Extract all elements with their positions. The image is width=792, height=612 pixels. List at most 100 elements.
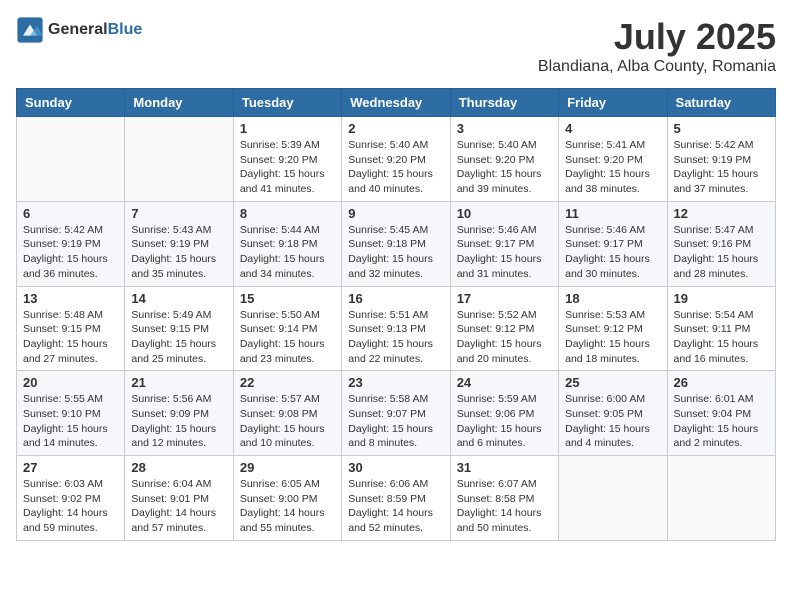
day-info: Sunrise: 5:43 AMSunset: 9:19 PMDaylight:…: [131, 223, 226, 282]
logo-text: GeneralBlue: [48, 21, 142, 39]
day-info: Sunrise: 5:54 AMSunset: 9:11 PMDaylight:…: [674, 308, 769, 367]
day-cell: 31Sunrise: 6:07 AMSunset: 8:58 PMDayligh…: [450, 456, 558, 541]
day-number: 4: [565, 121, 660, 136]
day-number: 29: [240, 460, 335, 475]
day-number: 15: [240, 291, 335, 306]
day-info: Sunrise: 5:47 AMSunset: 9:16 PMDaylight:…: [674, 223, 769, 282]
day-info: Sunrise: 5:46 AMSunset: 9:17 PMDaylight:…: [457, 223, 552, 282]
day-cell: 2 Sunrise: 5:40 AMSunset: 9:20 PMDaylight…: [342, 117, 450, 202]
day-number: 10: [457, 206, 552, 221]
day-number: 14: [131, 291, 226, 306]
day-number: 8: [240, 206, 335, 221]
day-cell: 23 Sunrise: 5:58 AMSunset: 9:07 PMDayligh…: [342, 371, 450, 456]
day-number: 1: [240, 121, 335, 136]
week-row-4: 20 Sunrise: 5:55 AMSunset: 9:10 PMDayligh…: [17, 371, 776, 456]
day-info: Sunrise: 5:51 AMSunset: 9:13 PMDaylight:…: [348, 308, 443, 367]
day-number: 24: [457, 375, 552, 390]
title-area: July 2025 Blandiana, Alba County, Romani…: [538, 16, 776, 76]
header: GeneralBlue July 2025 Blandiana, Alba Co…: [16, 16, 776, 76]
day-cell: 12 Sunrise: 5:47 AMSunset: 9:16 PMDayligh…: [667, 201, 775, 286]
day-cell: [17, 117, 125, 202]
day-info: Sunrise: 6:07 AMSunset: 8:58 PMDaylight:…: [457, 477, 552, 536]
day-cell: 13 Sunrise: 5:48 AMSunset: 9:15 PMDayligh…: [17, 286, 125, 371]
month-title: July 2025: [538, 16, 776, 58]
col-header-wednesday: Wednesday: [342, 89, 450, 117]
day-info: Sunrise: 5:44 AMSunset: 9:18 PMDaylight:…: [240, 223, 335, 282]
day-info: Sunrise: 5:39 AMSunset: 9:20 PMDaylight:…: [240, 138, 335, 197]
day-cell: 8 Sunrise: 5:44 AMSunset: 9:18 PMDaylight…: [233, 201, 341, 286]
day-cell: 28Sunrise: 6:04 AMSunset: 9:01 PMDayligh…: [125, 456, 233, 541]
day-number: 12: [674, 206, 769, 221]
day-number: 6: [23, 206, 118, 221]
day-number: 30: [348, 460, 443, 475]
day-info: Sunrise: 5:59 AMSunset: 9:06 PMDaylight:…: [457, 392, 552, 451]
day-info: Sunrise: 5:41 AMSunset: 9:20 PMDaylight:…: [565, 138, 660, 197]
col-header-monday: Monday: [125, 89, 233, 117]
week-row-2: 6 Sunrise: 5:42 AMSunset: 9:19 PMDaylight…: [17, 201, 776, 286]
day-number: 19: [674, 291, 769, 306]
day-info: Sunrise: 6:06 AMSunset: 8:59 PMDaylight:…: [348, 477, 443, 536]
col-header-friday: Friday: [559, 89, 667, 117]
day-number: 23: [348, 375, 443, 390]
week-row-5: 27Sunrise: 6:03 AMSunset: 9:02 PMDayligh…: [17, 456, 776, 541]
day-info: Sunrise: 5:57 AMSunset: 9:08 PMDaylight:…: [240, 392, 335, 451]
day-info: Sunrise: 5:42 AMSunset: 9:19 PMDaylight:…: [674, 138, 769, 197]
day-cell: 24 Sunrise: 5:59 AMSunset: 9:06 PMDayligh…: [450, 371, 558, 456]
calendar: SundayMondayTuesdayWednesdayThursdayFrid…: [16, 88, 776, 541]
day-cell: 1 Sunrise: 5:39 AMSunset: 9:20 PMDaylight…: [233, 117, 341, 202]
week-row-3: 13 Sunrise: 5:48 AMSunset: 9:15 PMDayligh…: [17, 286, 776, 371]
day-cell: 27Sunrise: 6:03 AMSunset: 9:02 PMDayligh…: [17, 456, 125, 541]
day-number: 3: [457, 121, 552, 136]
day-number: 2: [348, 121, 443, 136]
day-cell: 30 Sunrise: 6:06 AMSunset: 8:59 PMDayligh…: [342, 456, 450, 541]
day-info: Sunrise: 5:53 AMSunset: 9:12 PMDaylight:…: [565, 308, 660, 367]
logo: GeneralBlue: [16, 16, 142, 44]
day-info: Sunrise: 5:58 AMSunset: 9:07 PMDaylight:…: [348, 392, 443, 451]
day-cell: 29 Sunrise: 6:05 AMSunset: 9:00 PMDayligh…: [233, 456, 341, 541]
day-info: Sunrise: 5:42 AMSunset: 9:19 PMDaylight:…: [23, 223, 118, 282]
day-cell: 7Sunrise: 5:43 AMSunset: 9:19 PMDaylight…: [125, 201, 233, 286]
day-info: Sunrise: 5:40 AMSunset: 9:20 PMDaylight:…: [457, 138, 552, 197]
day-number: 5: [674, 121, 769, 136]
day-number: 9: [348, 206, 443, 221]
day-cell: 16Sunrise: 5:51 AMSunset: 9:13 PMDayligh…: [342, 286, 450, 371]
day-cell: 9Sunrise: 5:45 AMSunset: 9:18 PMDaylight…: [342, 201, 450, 286]
day-info: Sunrise: 5:52 AMSunset: 9:12 PMDaylight:…: [457, 308, 552, 367]
day-number: 22: [240, 375, 335, 390]
day-number: 26: [674, 375, 769, 390]
day-info: Sunrise: 5:46 AMSunset: 9:17 PMDaylight:…: [565, 223, 660, 282]
day-cell: 11 Sunrise: 5:46 AMSunset: 9:17 PMDayligh…: [559, 201, 667, 286]
day-cell: 17 Sunrise: 5:52 AMSunset: 9:12 PMDayligh…: [450, 286, 558, 371]
header-row: SundayMondayTuesdayWednesdayThursdayFrid…: [17, 89, 776, 117]
day-cell: [559, 456, 667, 541]
day-number: 18: [565, 291, 660, 306]
day-cell: 5 Sunrise: 5:42 AMSunset: 9:19 PMDaylight…: [667, 117, 775, 202]
day-cell: 22 Sunrise: 5:57 AMSunset: 9:08 PMDayligh…: [233, 371, 341, 456]
day-number: 11: [565, 206, 660, 221]
logo-icon: [16, 16, 44, 44]
day-number: 28: [131, 460, 226, 475]
day-number: 17: [457, 291, 552, 306]
day-cell: 10 Sunrise: 5:46 AMSunset: 9:17 PMDayligh…: [450, 201, 558, 286]
location-title: Blandiana, Alba County, Romania: [538, 58, 776, 76]
day-info: Sunrise: 6:00 AMSunset: 9:05 PMDaylight:…: [565, 392, 660, 451]
day-info: Sunrise: 5:40 AMSunset: 9:20 PMDaylight:…: [348, 138, 443, 197]
day-cell: 26Sunrise: 6:01 AMSunset: 9:04 PMDayligh…: [667, 371, 775, 456]
day-info: Sunrise: 5:48 AMSunset: 9:15 PMDaylight:…: [23, 308, 118, 367]
day-cell: 21Sunrise: 5:56 AMSunset: 9:09 PMDayligh…: [125, 371, 233, 456]
day-info: Sunrise: 6:05 AMSunset: 9:00 PMDaylight:…: [240, 477, 335, 536]
day-info: Sunrise: 6:03 AMSunset: 9:02 PMDaylight:…: [23, 477, 118, 536]
day-info: Sunrise: 5:56 AMSunset: 9:09 PMDaylight:…: [131, 392, 226, 451]
day-info: Sunrise: 5:49 AMSunset: 9:15 PMDaylight:…: [131, 308, 226, 367]
day-info: Sunrise: 5:55 AMSunset: 9:10 PMDaylight:…: [23, 392, 118, 451]
day-info: Sunrise: 5:50 AMSunset: 9:14 PMDaylight:…: [240, 308, 335, 367]
col-header-sunday: Sunday: [17, 89, 125, 117]
day-cell: 14 Sunrise: 5:49 AMSunset: 9:15 PMDayligh…: [125, 286, 233, 371]
day-cell: 15 Sunrise: 5:50 AMSunset: 9:14 PMDayligh…: [233, 286, 341, 371]
day-cell: 18 Sunrise: 5:53 AMSunset: 9:12 PMDayligh…: [559, 286, 667, 371]
col-header-tuesday: Tuesday: [233, 89, 341, 117]
col-header-thursday: Thursday: [450, 89, 558, 117]
day-number: 20: [23, 375, 118, 390]
day-number: 13: [23, 291, 118, 306]
day-cell: 3 Sunrise: 5:40 AMSunset: 9:20 PMDaylight…: [450, 117, 558, 202]
